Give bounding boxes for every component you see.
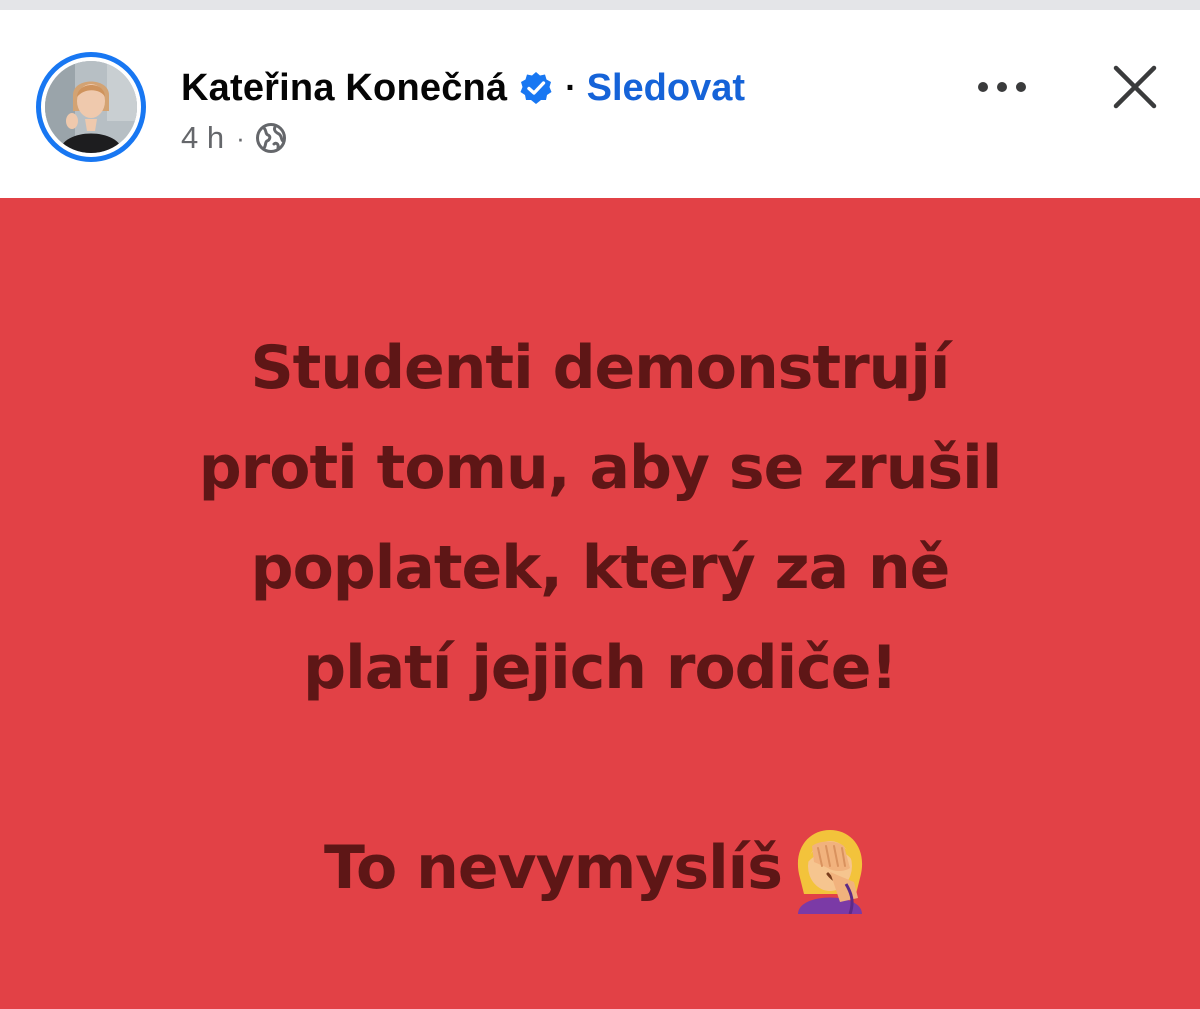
- post-meta: 4 h ·: [181, 118, 287, 158]
- globe-icon[interactable]: [255, 122, 287, 154]
- post-text-line: platí jejich rodiče!: [303, 633, 898, 703]
- post-timestamp[interactable]: 4 h: [181, 120, 224, 156]
- post-text-line: poplatek, který za ně: [250, 533, 951, 603]
- follow-button[interactable]: Sledovat: [587, 67, 745, 110]
- post-text-spacer: [40, 718, 1160, 818]
- more-options-button[interactable]: [970, 62, 1034, 116]
- author-row: Kateřina Konečná · Sledovat: [181, 62, 745, 114]
- more-dots-icon: [976, 80, 1028, 99]
- post-text: Studenti demonstrují proti tomu, aby se …: [40, 318, 1160, 918]
- post-closing-text: To nevymyslíš: [324, 833, 783, 903]
- post-text-line: proti tomu, aby se zrušil: [198, 433, 1003, 503]
- author-name[interactable]: Kateřina Konečná: [181, 67, 507, 110]
- meta-separator: ·: [236, 122, 245, 153]
- avatar[interactable]: [45, 61, 137, 153]
- woman-facepalming-emoji: [784, 822, 876, 915]
- post-text-card: Studenti demonstrují proti tomu, aby se …: [0, 198, 1200, 1009]
- close-button[interactable]: [1100, 54, 1170, 124]
- avatar-story-ring[interactable]: [36, 52, 146, 162]
- verified-badge-icon: [519, 71, 553, 105]
- post-header: Kateřina Konečná · Sledovat 4 h ·: [0, 10, 1200, 198]
- close-icon: [1112, 64, 1158, 115]
- post-closing-line: To nevymyslíš: [40, 818, 1160, 918]
- name-separator: ·: [565, 68, 577, 107]
- post-text-line: Studenti demonstrují: [250, 333, 950, 403]
- top-divider: [0, 0, 1200, 10]
